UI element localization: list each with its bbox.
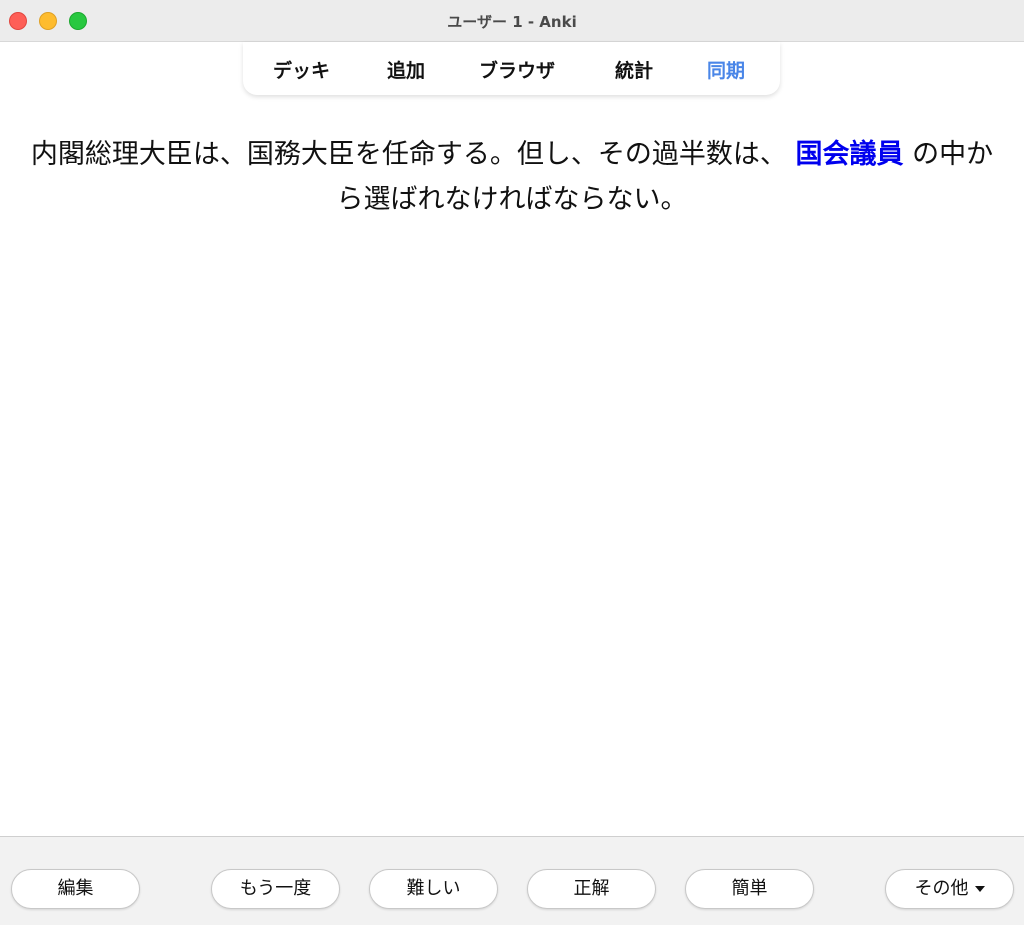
toolbar-add-link[interactable]: 追加 [387, 56, 425, 83]
cloze-answer: 国会議員 [795, 139, 904, 170]
again-button[interactable]: もう一度 [211, 869, 340, 909]
edit-button[interactable]: 編集 [11, 869, 140, 909]
anki-window: ユーザー 1 - Anki デッキ 追加 ブラウザ 統計 同期 内閣総理大臣は、… [0, 0, 1024, 925]
card-content: 内閣総理大臣は、国務大臣を任命する。但し、その過半数は、 国会議員 の中から選ば… [20, 132, 1004, 222]
toolbar-browse-link[interactable]: ブラウザ [479, 56, 555, 83]
more-button[interactable]: その他 [885, 869, 1014, 909]
card-text-before: 内閣総理大臣は、国務大臣を任命する。但し、その過半数は、 [30, 139, 787, 170]
title-bar: ユーザー 1 - Anki [0, 0, 1024, 42]
review-bottom-bar: 編集 もう一度 難しい 正解 簡単 その他 [0, 836, 1024, 925]
toolbar-stats-link[interactable]: 統計 [615, 56, 653, 83]
toolbar-sync-link[interactable]: 同期 [707, 56, 745, 83]
good-button[interactable]: 正解 [527, 869, 656, 909]
window-title: ユーザー 1 - Anki [447, 13, 577, 31]
toolbar-decks-link[interactable]: デッキ [273, 56, 330, 83]
easy-button[interactable]: 簡単 [685, 869, 814, 909]
more-button-label: その他 [914, 878, 969, 899]
hard-button[interactable]: 難しい [369, 869, 498, 909]
main-toolbar: デッキ 追加 ブラウザ 統計 同期 [243, 42, 780, 95]
chevron-down-icon [974, 886, 985, 892]
